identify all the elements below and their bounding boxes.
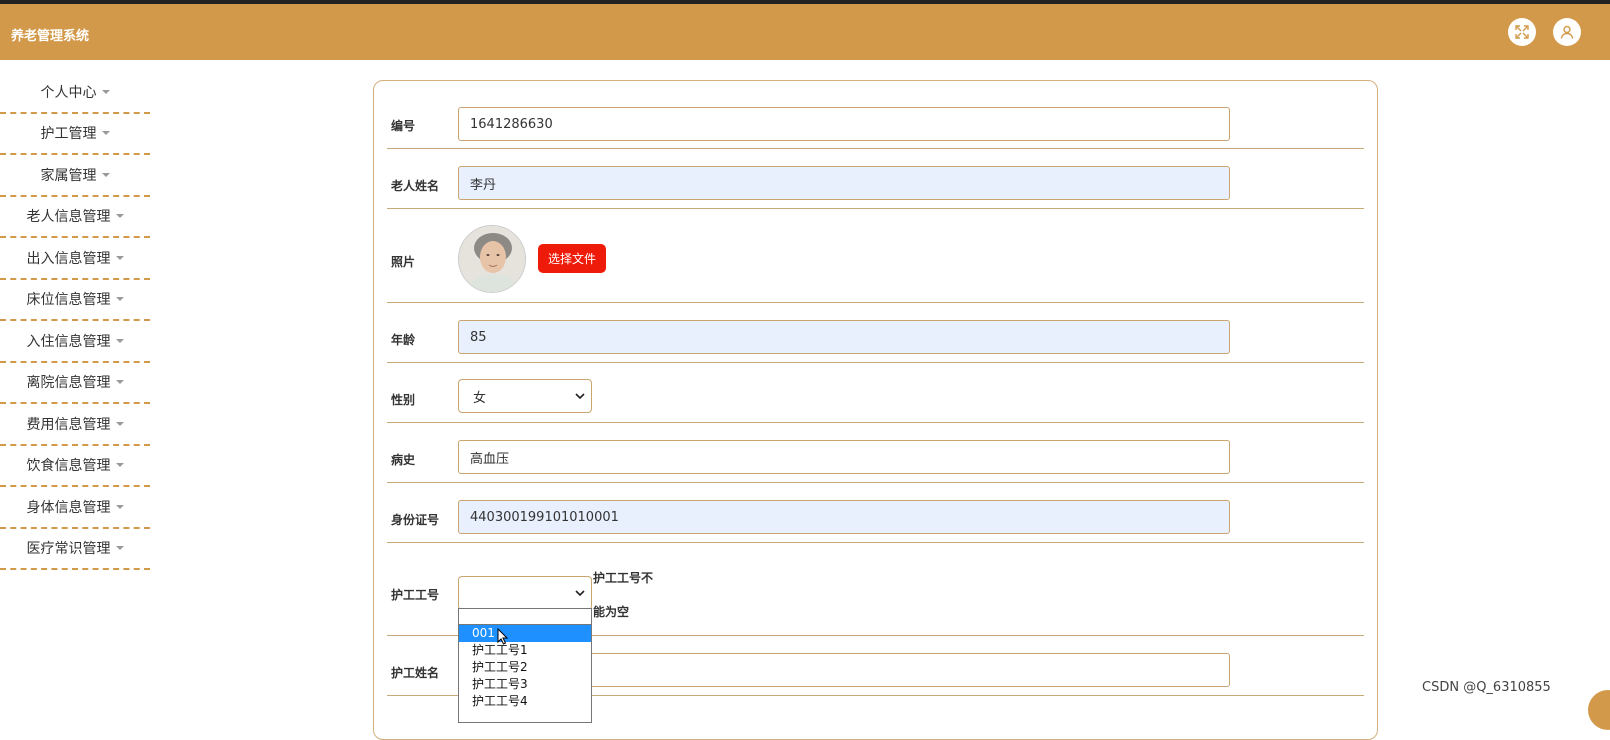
form-row-name: 老人姓名 李丹 xyxy=(387,149,1364,209)
caret-down-icon xyxy=(101,131,110,136)
caregiver-no-error-line1: 护工工号不 xyxy=(593,571,654,585)
idcard-label: 身份证号 xyxy=(391,513,440,527)
dropdown-option[interactable]: 护工工号4 xyxy=(459,693,591,710)
corner-float-button[interactable] xyxy=(1588,690,1610,730)
caret-down-icon xyxy=(115,214,124,219)
caregiver-no-dropdown-list: 001 护工工号1 护工工号2 护工工号3 护工工号4 xyxy=(458,608,592,723)
id-label: 编号 xyxy=(391,119,416,133)
dropdown-option[interactable]: 护工工号2 xyxy=(459,659,591,676)
dropdown-option[interactable]: 护工工号3 xyxy=(459,676,591,693)
user-icon xyxy=(1560,25,1574,39)
sidebar-item-label: 离院信息管理 xyxy=(26,375,111,392)
caret-down-icon xyxy=(101,89,110,94)
choose-file-button[interactable]: 选择文件 xyxy=(538,244,606,273)
sidebar-menu: 个人中心 护工管理 家属管理 老人信息管理 出入信息管理 床位信息管理 入住信息… xyxy=(0,72,150,570)
sidebar-item-fee-info[interactable]: 费用信息管理 xyxy=(0,404,150,446)
form-row-age: 年龄 85 xyxy=(387,303,1364,363)
form-row-gender: 性别 女 xyxy=(387,363,1364,423)
caret-down-icon xyxy=(115,504,124,509)
app-title: 养老管理系统 xyxy=(11,29,90,44)
gender-select[interactable]: 女 xyxy=(458,379,592,413)
form-row-photo: 照片 选择文件 xyxy=(387,209,1364,303)
sidebar-item-elder-info[interactable]: 老人信息管理 xyxy=(0,197,150,238)
sidebar-item-label: 个人中心 xyxy=(40,84,97,101)
sidebar-item-label: 老人信息管理 xyxy=(26,209,111,226)
chevron-down-icon xyxy=(575,393,585,400)
gender-select-value: 女 xyxy=(473,390,487,406)
chevron-down-icon xyxy=(575,590,585,597)
caret-down-icon xyxy=(115,255,124,260)
sidebar-item-label: 费用信息管理 xyxy=(26,416,111,433)
elder-photo xyxy=(458,225,526,293)
history-input[interactable]: 高血压 xyxy=(458,440,1230,474)
user-button[interactable] xyxy=(1553,18,1581,46)
sidebar-item-label: 饮食信息管理 xyxy=(26,458,111,475)
form-row-history: 病史 高血压 xyxy=(387,423,1364,483)
dropdown-option[interactable]: 护工工号1 xyxy=(459,642,591,659)
sidebar-item-label: 入住信息管理 xyxy=(26,333,111,350)
form-row-id: 编号 1641286630 xyxy=(387,81,1364,149)
age-input[interactable]: 85 xyxy=(458,320,1230,354)
gender-label: 性别 xyxy=(391,393,416,407)
sidebar-item-label: 身体信息管理 xyxy=(26,499,111,516)
caregiver-no-select[interactable] xyxy=(458,576,592,610)
sidebar-item-caregiver[interactable]: 护工管理 xyxy=(0,114,150,155)
caregiver-no-error-line2: 能为空 xyxy=(593,605,630,619)
dropdown-option[interactable]: 001 xyxy=(459,625,591,642)
sidebar-item-label: 护工管理 xyxy=(40,126,97,143)
idcard-input[interactable]: 440300199101010001 xyxy=(458,500,1230,534)
age-label: 年龄 xyxy=(391,333,416,347)
app-header: 养老管理系统 xyxy=(0,4,1610,60)
caret-down-icon xyxy=(115,421,124,426)
sidebar-item-body-info[interactable]: 身体信息管理 xyxy=(0,487,150,529)
fullscreen-icon xyxy=(1515,25,1529,39)
watermark-text: CSDN @Q_6310855 xyxy=(1422,680,1551,695)
elder-portrait-image xyxy=(459,226,525,292)
fullscreen-button[interactable] xyxy=(1508,18,1536,46)
form-row-idcard: 身份证号 440300199101010001 xyxy=(387,483,1364,543)
sidebar-item-label: 医疗常识管理 xyxy=(26,541,111,558)
sidebar-item-label: 床位信息管理 xyxy=(26,292,111,309)
sidebar-item-medical-knowledge[interactable]: 医疗常识管理 xyxy=(0,529,150,570)
id-input[interactable]: 1641286630 xyxy=(458,107,1230,141)
sidebar-item-family[interactable]: 家属管理 xyxy=(0,155,150,197)
photo-label: 照片 xyxy=(391,255,416,269)
caret-down-icon xyxy=(115,338,124,343)
caret-down-icon xyxy=(115,380,124,385)
name-input[interactable]: 李丹 xyxy=(458,166,1230,200)
sidebar-item-diet-info[interactable]: 饮食信息管理 xyxy=(0,446,150,487)
caret-down-icon xyxy=(115,546,124,551)
sidebar-item-discharge-info[interactable]: 离院信息管理 xyxy=(0,363,150,404)
caret-down-icon xyxy=(115,297,124,302)
caregiver-name-label: 护工姓名 xyxy=(391,666,440,680)
sidebar-item-label: 出入信息管理 xyxy=(26,250,111,267)
history-label: 病史 xyxy=(391,453,416,467)
sidebar-item-personal-center[interactable]: 个人中心 xyxy=(0,72,150,114)
sidebar-item-checkin-info[interactable]: 入住信息管理 xyxy=(0,321,150,363)
caret-down-icon xyxy=(115,463,124,468)
sidebar-item-access-info[interactable]: 出入信息管理 xyxy=(0,238,150,280)
caret-down-icon xyxy=(101,172,110,177)
name-label: 老人姓名 xyxy=(391,179,440,193)
sidebar-item-label: 家属管理 xyxy=(40,167,97,184)
mouse-cursor-icon xyxy=(497,628,509,645)
caregiver-no-label: 护工工号 xyxy=(391,588,440,602)
dropdown-blank-option[interactable] xyxy=(459,609,591,625)
sidebar-item-bed-info[interactable]: 床位信息管理 xyxy=(0,280,150,321)
